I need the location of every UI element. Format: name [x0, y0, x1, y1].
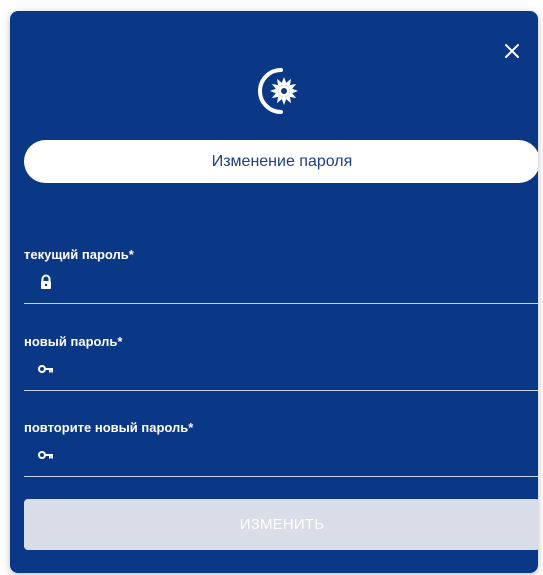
change-password-button-label: ИЗМЕНИТЬ — [239, 516, 325, 533]
new-password-field: новый пароль* — [24, 334, 538, 391]
repeat-password-label: повторите новый пароль* — [24, 420, 194, 435]
current-password-row — [24, 263, 538, 304]
new-password-input[interactable] — [64, 354, 538, 386]
repeat-password-field: повторите новый пароль* — [24, 420, 538, 477]
new-password-label: новый пароль* — [24, 334, 123, 349]
repeat-password-input[interactable] — [64, 440, 538, 472]
change-password-button[interactable]: ИЗМЕНИТЬ — [24, 499, 538, 550]
change-password-dialog: Изменение пароля текущий пароль* новый п… — [10, 11, 538, 573]
key-icon — [38, 447, 54, 463]
current-password-input[interactable] — [64, 267, 538, 299]
new-password-row — [24, 350, 538, 391]
current-password-field: текущий пароль* — [24, 247, 538, 304]
dialog-title: Изменение пароля — [211, 152, 353, 170]
repeat-password-row — [24, 436, 538, 477]
key-icon — [38, 361, 54, 377]
lock-icon — [38, 274, 54, 290]
close-icon[interactable] — [502, 41, 522, 61]
dialog-title-pill: Изменение пароля — [24, 140, 538, 183]
company-logo — [254, 66, 304, 116]
current-password-label: текущий пароль* — [24, 247, 134, 262]
